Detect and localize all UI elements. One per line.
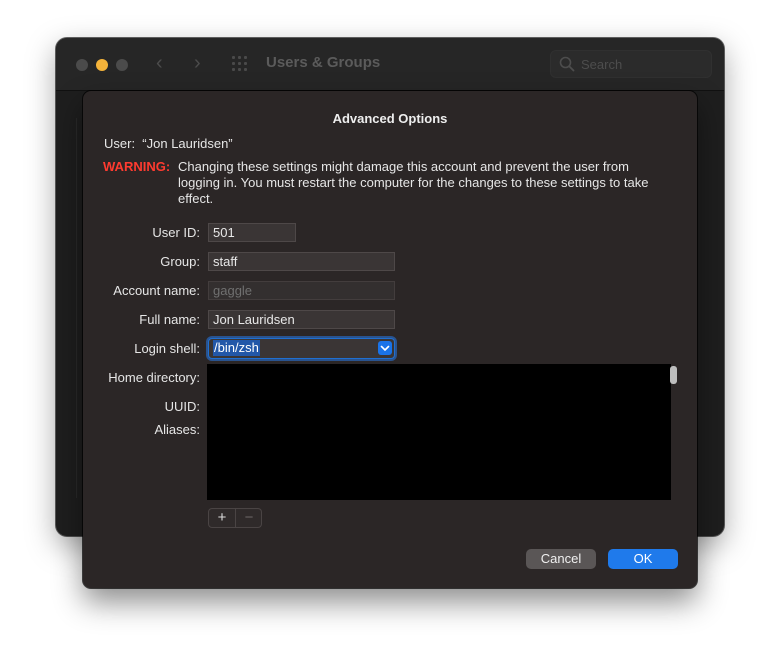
uuid-label: UUID: <box>164 399 200 414</box>
forward-chevron-icon[interactable]: › <box>194 53 201 73</box>
cancel-button[interactable]: Cancel <box>526 549 596 569</box>
show-all-grid-icon[interactable] <box>232 56 250 72</box>
account-name-label: Account name: <box>113 283 200 298</box>
login-shell-label: Login shell: <box>134 341 200 356</box>
aliases-list[interactable] <box>207 364 671 500</box>
full-name-label: Full name: <box>139 312 200 327</box>
close-window-button[interactable] <box>76 59 88 71</box>
group-label: Group: <box>160 254 200 269</box>
minimize-window-button[interactable] <box>96 59 108 71</box>
group-field[interactable]: staff <box>208 252 395 271</box>
account-name-field: gaggle <box>208 281 395 300</box>
search-icon <box>559 56 575 72</box>
login-shell-value: /bin/zsh <box>213 340 260 356</box>
advanced-options-sheet: Advanced Options User: “Jon Lauridsen” W… <box>83 91 697 588</box>
home-directory-label: Home directory: <box>108 370 200 385</box>
ok-button[interactable]: OK <box>608 549 678 569</box>
user-label: User: <box>104 136 136 151</box>
sheet-title: Advanced Options <box>332 111 448 126</box>
chevron-down-icon[interactable] <box>378 341 392 355</box>
user-id-label: User ID: <box>152 225 200 240</box>
alias-add-remove-control: + − <box>208 508 262 528</box>
full-name-field[interactable]: Jon Lauridsen <box>208 310 395 329</box>
warning-label: WARNING: <box>103 159 171 174</box>
search-field[interactable]: Search <box>550 50 712 78</box>
window-title: Users & Groups <box>266 54 381 71</box>
window-titlebar: ‹ › Users & Groups Search <box>56 38 724 91</box>
user-name: “Jon Lauridsen” <box>142 136 233 151</box>
aliases-label: Aliases: <box>154 422 200 437</box>
user-line: User: “Jon Lauridsen” <box>104 136 233 151</box>
zoom-window-button[interactable] <box>116 59 128 71</box>
scrollbar-thumb[interactable] <box>670 366 677 384</box>
add-alias-button[interactable]: + <box>209 509 235 527</box>
back-chevron-icon[interactable]: ‹ <box>156 53 163 73</box>
warning-text: Changing these settings might damage thi… <box>178 159 649 206</box>
search-placeholder: Search <box>581 57 623 72</box>
login-shell-select[interactable]: /bin/zsh <box>208 338 395 359</box>
user-id-field[interactable]: 501 <box>208 223 296 242</box>
remove-alias-button[interactable]: − <box>235 509 262 527</box>
